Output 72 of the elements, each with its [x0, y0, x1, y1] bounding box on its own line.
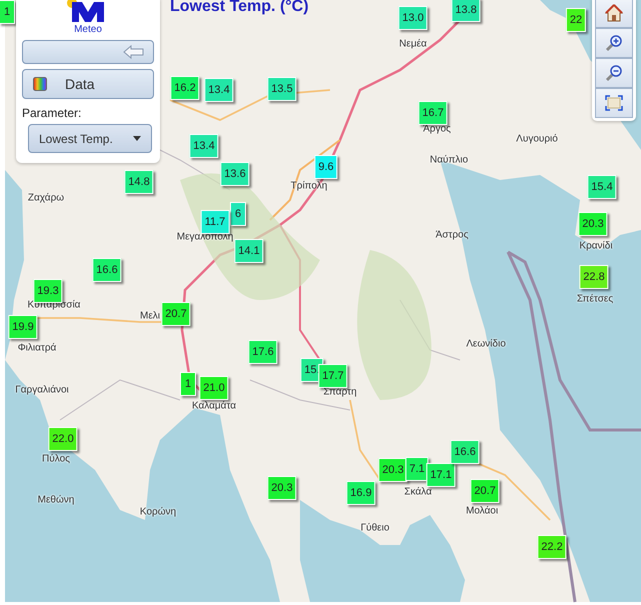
- collapse-button[interactable]: [22, 40, 154, 64]
- temperature-marker[interactable]: 20.7: [470, 479, 500, 503]
- place-label: Λυγουριό: [516, 134, 558, 144]
- temperature-marker[interactable]: 14.8: [124, 170, 154, 194]
- house-icon: [605, 4, 623, 22]
- temperature-marker[interactable]: 22.8: [579, 265, 609, 289]
- temperature-marker[interactable]: 9.6: [314, 155, 338, 179]
- temperature-marker[interactable]: 22.2: [537, 535, 567, 559]
- temperature-marker[interactable]: 13.0: [398, 6, 428, 30]
- place-label: Μεγαλόπολη: [176, 232, 234, 242]
- temperature-marker[interactable]: 17.1: [426, 463, 456, 487]
- temperature-marker[interactable]: 13.4: [189, 134, 219, 158]
- temperature-marker[interactable]: 20.7: [161, 302, 191, 326]
- temperature-marker[interactable]: 11.7: [200, 210, 230, 234]
- place-label: Σπάρτη: [323, 386, 357, 398]
- place-label: Γαργαλιάνοι: [15, 384, 69, 396]
- place-label: Μεθώνη: [38, 494, 74, 506]
- zoom-out-icon: [605, 64, 623, 82]
- place-label: Μολάοι: [466, 506, 498, 516]
- logo-text: Meteo: [74, 24, 102, 36]
- place-label: Άργος: [423, 124, 451, 134]
- temperature-marker[interactable]: 19.3: [33, 279, 63, 303]
- temperature-marker[interactable]: 15.4: [587, 175, 617, 199]
- temperature-marker[interactable]: 13.6: [220, 162, 250, 186]
- temperature-marker[interactable]: 21.0: [199, 376, 229, 400]
- temperature-marker[interactable]: 16.7: [418, 101, 448, 125]
- data-button[interactable]: Data: [22, 69, 154, 99]
- parameter-dropdown[interactable]: Lowest Temp.: [28, 124, 152, 153]
- temperature-marker[interactable]: 1: [0, 0, 15, 24]
- zoom-in-icon: [605, 34, 623, 52]
- place-label: Πύλος: [42, 454, 70, 464]
- place-label: Σκάλα: [404, 486, 432, 498]
- full-extent-icon: [605, 95, 623, 111]
- temperature-marker[interactable]: 20.3: [378, 458, 408, 482]
- place-label: Κρανίδι: [579, 240, 613, 252]
- temperature-marker[interactable]: 14.1: [234, 239, 264, 263]
- temperature-marker[interactable]: 22: [566, 8, 586, 32]
- place-label: Ναύπλιο: [430, 154, 468, 166]
- temperature-marker[interactable]: 13.8: [451, 0, 481, 22]
- temperature-marker[interactable]: 7.1: [405, 457, 429, 481]
- home-button[interactable]: [595, 0, 633, 28]
- place-label: Γύθειο: [360, 522, 390, 534]
- place-label: Σπέτσες: [576, 294, 614, 304]
- temperature-marker[interactable]: 17.7: [318, 364, 348, 388]
- zoom-out-button[interactable]: [595, 58, 633, 88]
- full-extent-button[interactable]: [595, 88, 633, 118]
- parameter-label: Parameter:: [22, 106, 82, 120]
- zoom-in-button[interactable]: [595, 28, 633, 58]
- temperature-marker[interactable]: 13.4: [204, 78, 234, 102]
- place-label: Νεμέα: [399, 38, 427, 50]
- temperature-marker[interactable]: 13.5: [267, 77, 297, 101]
- temperature-marker[interactable]: 16.6: [450, 440, 480, 464]
- temperature-marker[interactable]: 6: [230, 202, 246, 226]
- place-label: Λεωνίδιο: [466, 338, 506, 350]
- temperature-marker[interactable]: 20.3: [578, 212, 608, 236]
- temperature-marker[interactable]: 16.2: [170, 76, 200, 100]
- arrow-left-icon: [123, 45, 145, 59]
- place-label: Κορώνη: [140, 506, 176, 518]
- caret-icon: [133, 136, 141, 141]
- place-label: Μελι: [140, 310, 160, 322]
- temperature-marker[interactable]: 16.6: [92, 258, 122, 282]
- temperature-marker[interactable]: 22.0: [48, 427, 78, 451]
- temperature-marker[interactable]: 20.3: [267, 476, 297, 500]
- color-palette-icon: [33, 77, 47, 91]
- place-label: Καλαμάτα: [192, 400, 236, 412]
- temperature-marker[interactable]: 16.9: [346, 481, 376, 505]
- place-label: Φιλιατρά: [18, 342, 56, 354]
- temperature-marker[interactable]: 17.6: [248, 340, 278, 364]
- place-label: Ζαχάρω: [28, 192, 64, 204]
- place-label: Άστρος: [436, 230, 468, 240]
- temperature-marker[interactable]: 1: [180, 372, 196, 396]
- temperature-marker[interactable]: 19.9: [8, 315, 38, 339]
